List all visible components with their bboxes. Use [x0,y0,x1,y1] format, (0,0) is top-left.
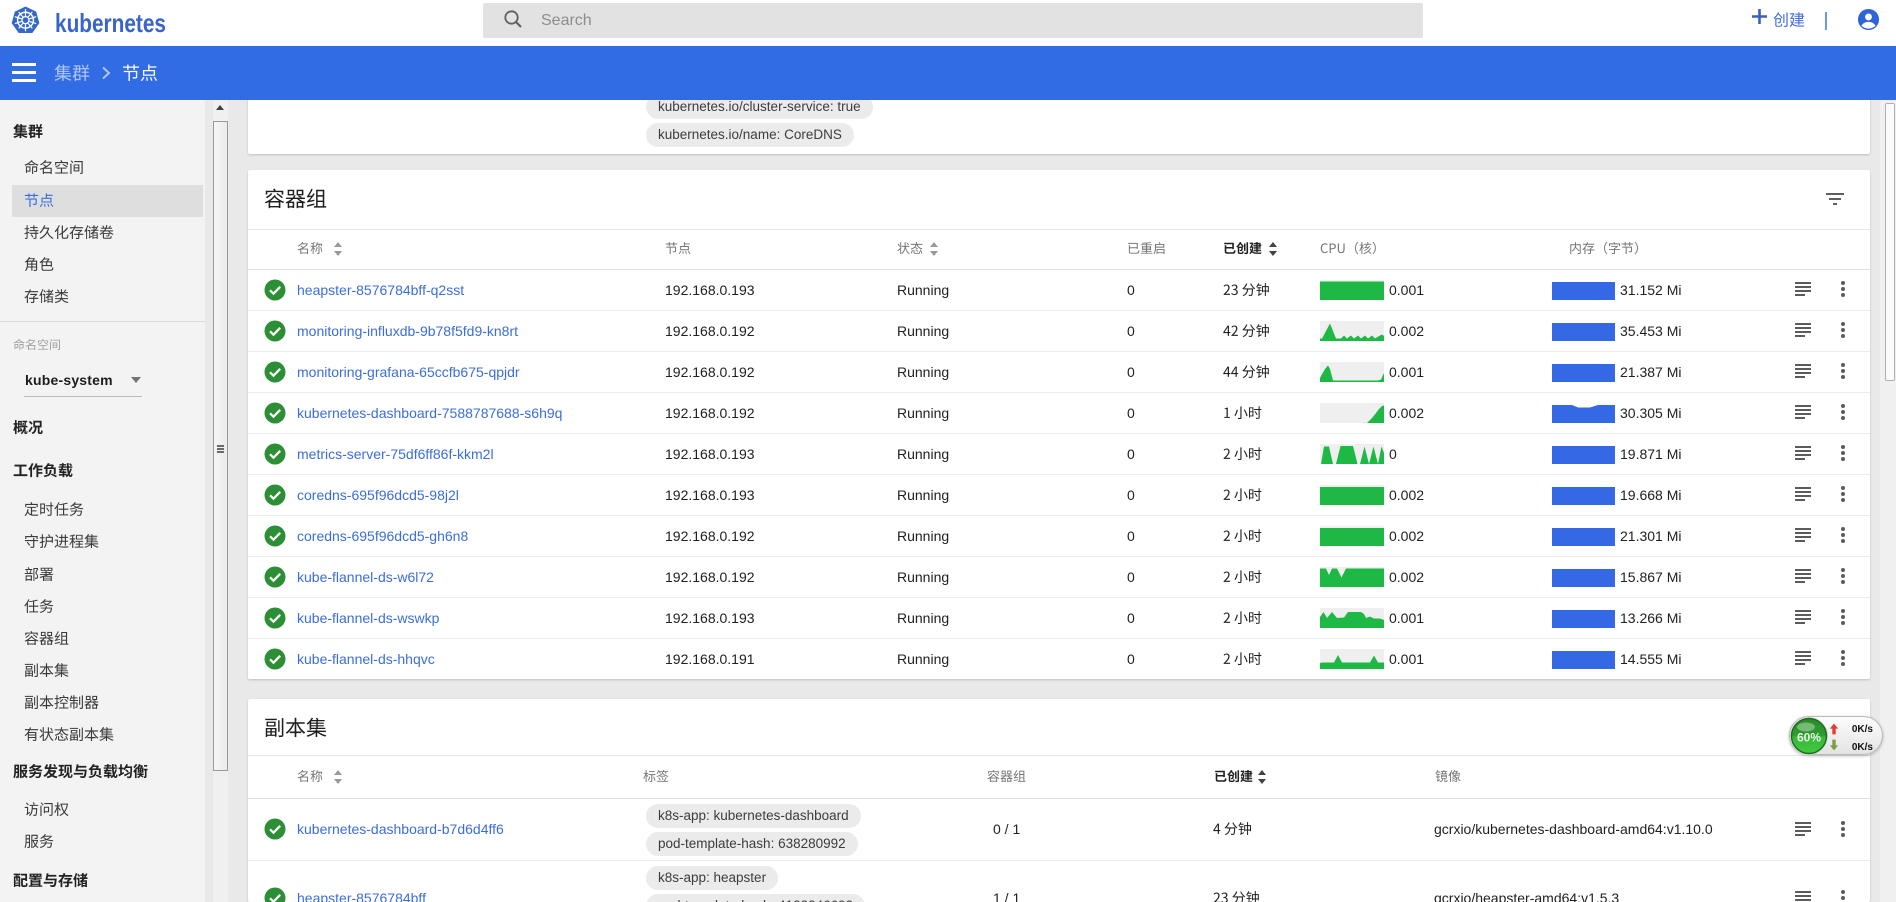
svg-text:60%: 60% [1797,731,1821,745]
